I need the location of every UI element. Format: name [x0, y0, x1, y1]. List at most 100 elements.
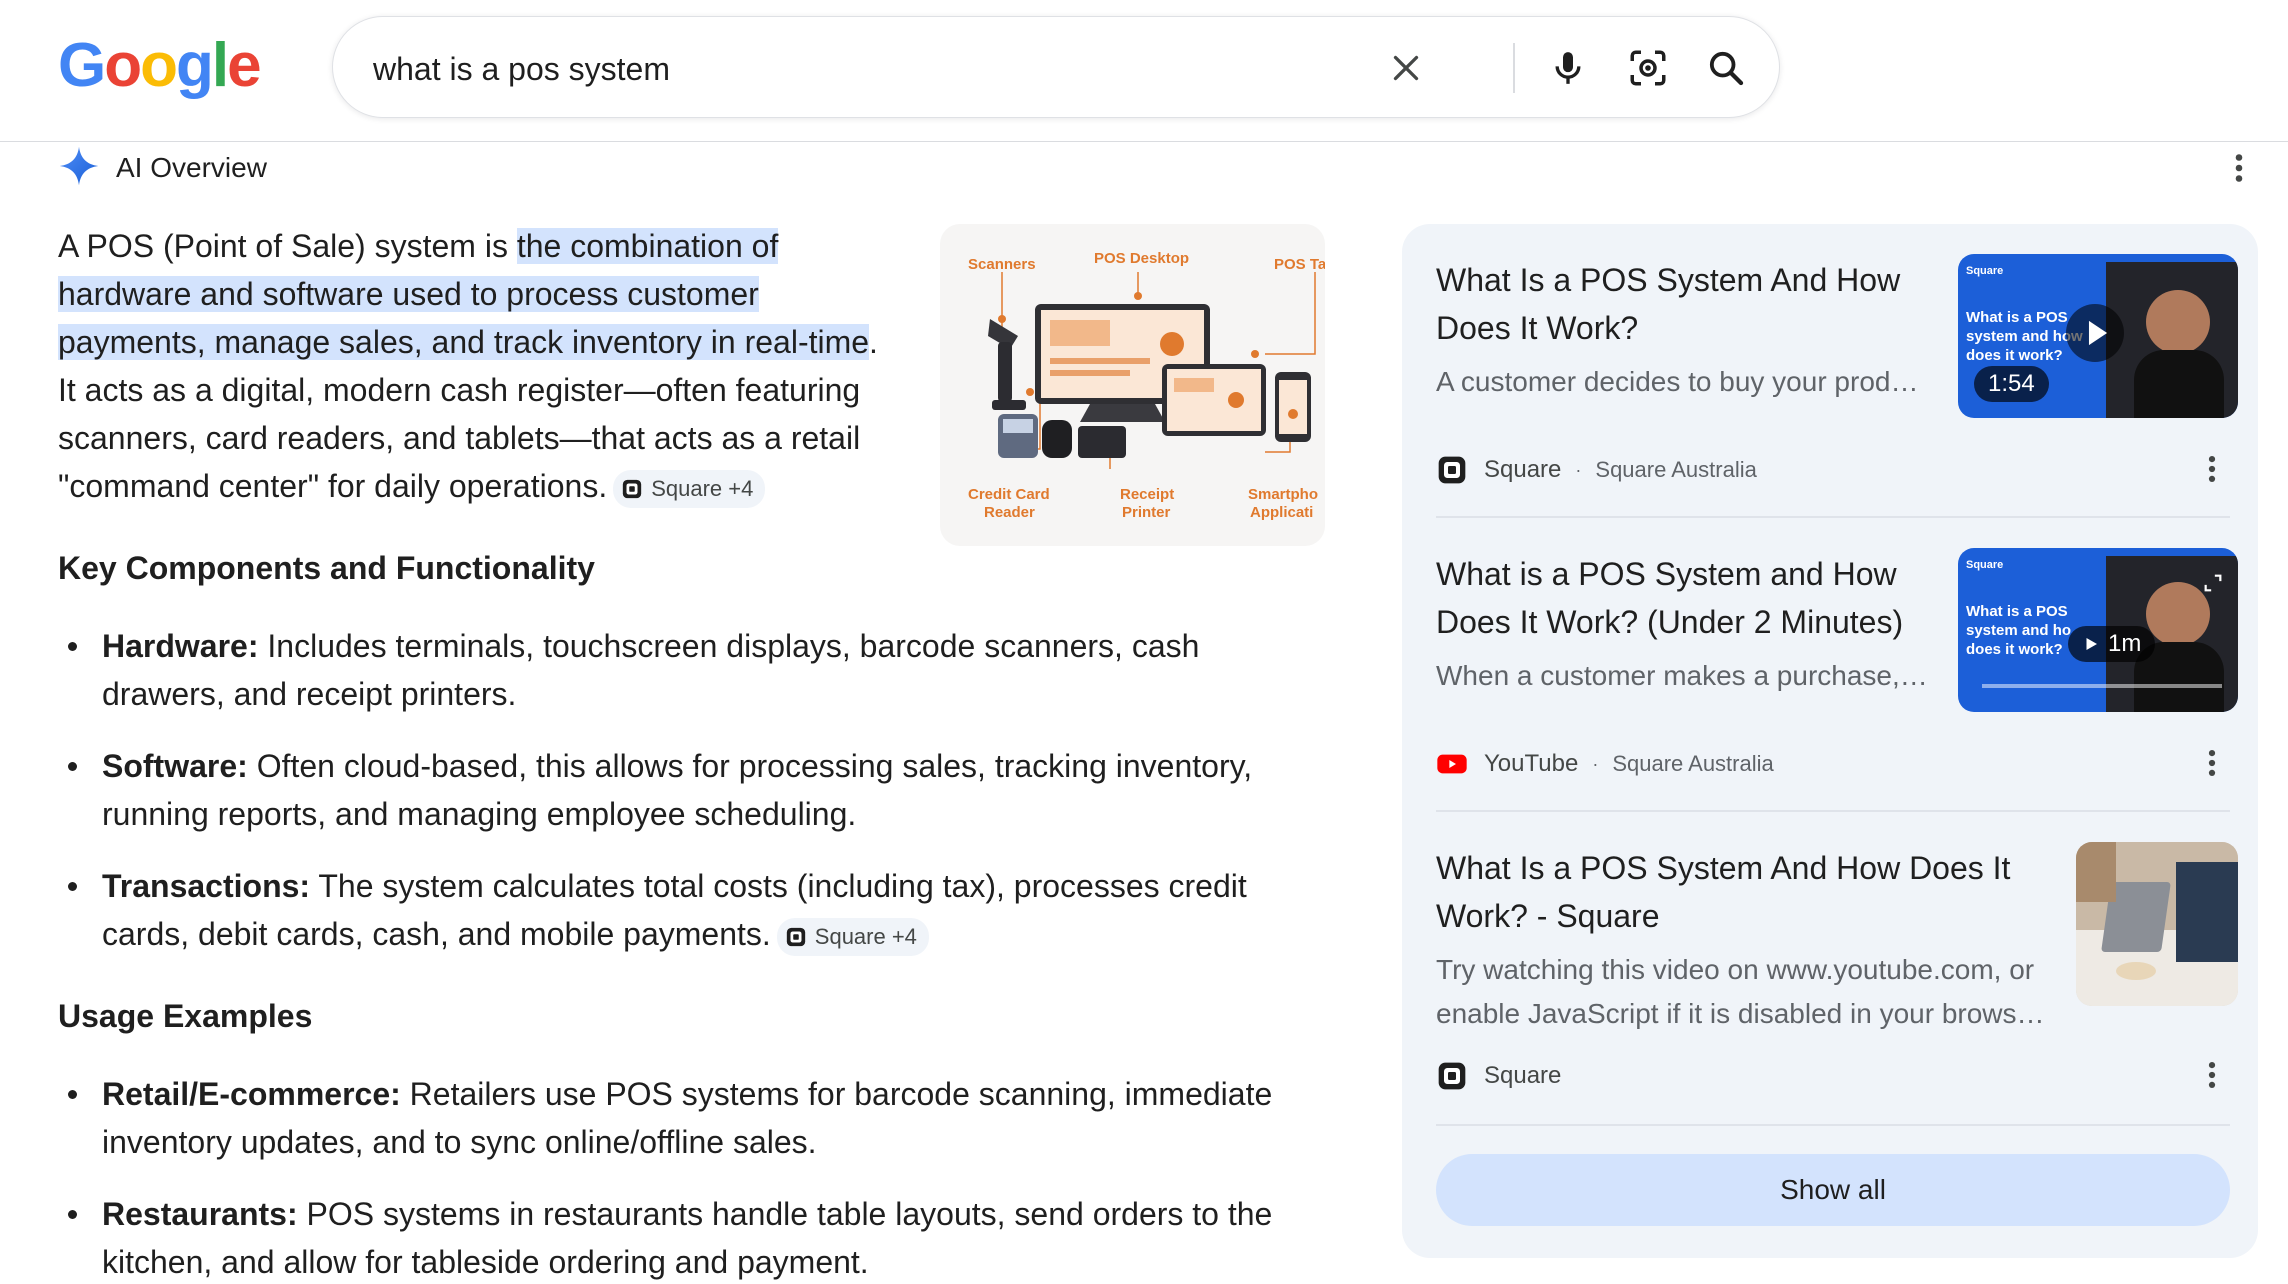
- search-box[interactable]: what is a pos system: [332, 16, 1780, 118]
- source-chip-label: Square +4: [651, 475, 754, 501]
- bullet-dot: [68, 762, 77, 771]
- square-logo-icon: [623, 479, 642, 498]
- source-snippet: When a customer makes a purchase,…: [1436, 660, 1928, 691]
- list-item-text: Retailers use POS systems for barcode sc…: [400, 1076, 1273, 1112]
- thumb-text: What is a POS: [1966, 309, 2068, 326]
- close-icon[interactable]: [1381, 43, 1431, 93]
- video-progress[interactable]: [1982, 684, 2222, 688]
- intro-text: scanners, card readers, and tablets—that…: [58, 420, 861, 456]
- play-icon[interactable]: [2066, 304, 2124, 362]
- diagram-label: Receipt: [1120, 486, 1175, 503]
- list-item-term: Retail/E-commerce:: [102, 1076, 401, 1112]
- source-title[interactable]: What Is a POS System And How Does It Wor…: [1436, 844, 2010, 940]
- list-item-term: Restaurants:: [102, 1196, 298, 1232]
- expand-icon[interactable]: [2202, 572, 2224, 594]
- separator-dot: ·: [1575, 459, 1582, 480]
- thumb-text: system and ho: [1966, 622, 2072, 639]
- list-item-text: inventory updates, and to sync online/of…: [102, 1124, 817, 1160]
- search-icon[interactable]: [1701, 43, 1751, 93]
- list-item-text: kitchen, and allow for tableside orderin…: [102, 1244, 869, 1280]
- thumb-brand: Square: [1966, 265, 2004, 277]
- more-vert-icon[interactable]: [2224, 150, 2254, 191]
- list-item-term: Hardware:: [102, 628, 259, 664]
- list-item-text: Includes terminals, touchscreen displays…: [258, 628, 1200, 664]
- article-thumbnail[interactable]: [2076, 842, 2238, 1006]
- square-logo-icon: [786, 927, 805, 946]
- sources-panel: What Is a POS System And How Does It Wor…: [1402, 224, 2258, 1258]
- source-title-line: What is a POS System and How: [1436, 556, 1897, 592]
- source-attribution: YouTube · Square Australia: [1436, 744, 1774, 784]
- intro-text: "command center" for daily operations.: [58, 468, 608, 504]
- list-item: Retail/E-commerce: Retailers use POS sys…: [58, 1070, 1318, 1166]
- source-title[interactable]: What is a POS System and How Does It Wor…: [1436, 550, 1903, 646]
- section-heading: Usage Examples: [58, 998, 313, 1034]
- list-item-text: Often cloud-based, this allows for proce…: [247, 748, 1253, 784]
- source-name: Square: [1484, 1062, 1562, 1089]
- list-item: Hardware: Includes terminals, touchscree…: [58, 622, 1318, 718]
- intro-highlight: hardware and software used to process cu…: [58, 276, 759, 312]
- diagram-label: Printer: [1122, 504, 1171, 521]
- google-logo[interactable]: Google: [58, 30, 262, 101]
- search-input[interactable]: what is a pos system: [373, 51, 670, 88]
- source-chip-label: Square +4: [814, 923, 917, 949]
- separator-dot: ·: [1592, 753, 1599, 774]
- card-divider: [1436, 1124, 2230, 1126]
- search-divider: [1513, 43, 1515, 93]
- list-item-text: The system calculates total costs (inclu…: [310, 868, 1247, 904]
- bullet-dot: [68, 642, 77, 651]
- source-snippet: enable JavaScript if it is disabled in y…: [1436, 998, 2045, 1029]
- video-thumbnail[interactable]: Square What is a POS system and how does…: [1958, 254, 2238, 418]
- source-name: YouTube: [1484, 750, 1579, 777]
- diagram-label: POS Desktop: [1094, 250, 1190, 267]
- source-snippet: Try watching this video on www.youtube.c…: [1436, 954, 2035, 985]
- bullet-dot: [68, 1090, 77, 1099]
- list-item-term: Software:: [102, 748, 248, 784]
- sparkle-icon: [58, 145, 100, 192]
- source-title-line: What Is a POS System And How Does It: [1436, 850, 2011, 886]
- source-attribution: Square · Square Australia: [1436, 450, 1757, 490]
- diagram-label: Applicati: [1250, 504, 1314, 521]
- list-item: Restaurants: POS systems in restaurants …: [58, 1190, 1318, 1284]
- more-vert-icon[interactable]: [2200, 452, 2224, 491]
- more-vert-icon[interactable]: [2200, 746, 2224, 785]
- diagram-label: Scanners: [968, 256, 1036, 273]
- source-title-line: What Is a POS System And How: [1436, 262, 1901, 298]
- list-item-text: POS systems in restaurants handle table …: [297, 1196, 1273, 1232]
- source-publisher: Square Australia: [1595, 457, 1757, 482]
- intro-text: It acts as a digital, modern cash regist…: [58, 372, 861, 408]
- source-attribution: Square: [1436, 1056, 1561, 1096]
- show-all-button[interactable]: Show all: [1436, 1154, 2230, 1226]
- list-item-text: drawers, and receipt printers.: [102, 676, 517, 712]
- source-title-line: Does It Work? (Under 2 Minutes): [1436, 604, 1904, 640]
- source-title[interactable]: What Is a POS System And How Does It Wor…: [1436, 256, 1900, 352]
- list-item-term: Transactions:: [102, 868, 311, 904]
- video-duration: 1m: [2108, 630, 2142, 657]
- video-thumbnail[interactable]: Square What is a POS system and ho does …: [1958, 548, 2238, 712]
- source-title-line: Does It Work?: [1436, 310, 1639, 346]
- ai-overview-header: AI Overview: [58, 144, 267, 192]
- diagram-label: Credit Card: [968, 486, 1050, 503]
- card-divider: [1436, 810, 2230, 812]
- lens-icon[interactable]: [1623, 43, 1673, 93]
- bullet-dot: [68, 1210, 77, 1219]
- source-chip[interactable]: Square +4: [613, 469, 766, 508]
- intro-highlight: the combination of: [516, 228, 779, 264]
- more-vert-icon[interactable]: [2200, 1058, 2224, 1097]
- diagram-label: Reader: [984, 504, 1035, 521]
- diagram-label: POS Ta: [1274, 256, 1325, 273]
- pos-system-diagram[interactable]: Scanners POS Desktop POS Ta Credit Card …: [940, 224, 1325, 546]
- thumb-text: does it work?: [1966, 347, 2063, 364]
- source-title-line: Work? - Square: [1436, 898, 1660, 934]
- thumb-text: does it work?: [1966, 641, 2063, 658]
- list-item: Software: Often cloud-based, this allows…: [58, 742, 1318, 838]
- bullet-dot: [68, 882, 77, 891]
- microphone-icon[interactable]: [1543, 43, 1593, 93]
- source-chip[interactable]: Square +4: [776, 917, 929, 956]
- video-duration-badge: 1m: [2068, 626, 2156, 662]
- intro-text: .: [869, 324, 878, 360]
- play-icon: [2086, 638, 2097, 650]
- intro-highlight: payments, manage sales, and track invent…: [58, 324, 870, 360]
- source-card[interactable]: What Is a POS System And How Does It Wor…: [1436, 842, 2238, 1124]
- source-card[interactable]: What is a POS System and How Does It Wor…: [1436, 548, 2238, 800]
- list-item-text: running reports, and managing employee s…: [102, 796, 857, 832]
